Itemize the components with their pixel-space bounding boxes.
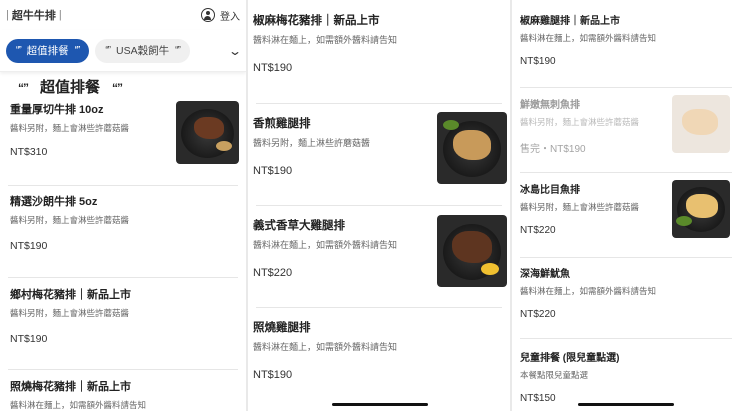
menu-item[interactable]: 照燒雞腿排 醬料淋在麵上，如需額外醬料請告知 NT$190 bbox=[248, 319, 510, 381]
menu-item[interactable]: 椒麻雞腿排｜新品上市 醬料淋在麵上，如需額外醬料請告知 NT$190 bbox=[512, 12, 740, 67]
menu-panel-middle: 椒麻梅花豬排｜新品上市 醬料淋在麵上，如需額外醬料請告知 NT$190 香煎雞腿… bbox=[248, 0, 510, 411]
divider bbox=[520, 338, 732, 339]
divider bbox=[520, 87, 732, 88]
user-icon bbox=[201, 8, 215, 22]
brand-name: 超牛牛排 bbox=[11, 10, 56, 22]
divider bbox=[256, 103, 502, 104]
garnish-shape bbox=[216, 141, 232, 151]
item-desc: 本餐點限兒童點選 bbox=[520, 370, 589, 380]
item-desc: 醬料淋在麵上，如需額外醬料請告知 bbox=[253, 35, 398, 45]
menu-item[interactable]: 鄉村梅花豬排｜新品上市 醬料另附，麵上會淋些許蘑菇醬 NT$190 bbox=[0, 286, 246, 345]
menu-item[interactable]: 照燒梅花豬排｜新品上市 醬料淋在麵上，如需額外醬料請告知 bbox=[0, 378, 246, 411]
chicken-plate-image[interactable] bbox=[437, 112, 507, 184]
tab-quote-close: “” bbox=[74, 45, 81, 56]
menu-panel-left: | 超牛牛排 | 登入 “” 超值排餐 “” “” USA穀飼牛 “” ⌄ “”… bbox=[0, 0, 246, 411]
item-desc: 醬料淋在麵上，如需額外醬料請告知 bbox=[10, 400, 147, 410]
steak-plate-image[interactable] bbox=[176, 101, 239, 164]
menu-item[interactable]: 椒麻梅花豬排｜新品上市 醬料淋在麵上，如需額外醬料請告知 NT$190 bbox=[248, 12, 510, 74]
brand[interactable]: | 超牛牛排 | bbox=[6, 7, 62, 23]
item-price: NT$190 bbox=[253, 62, 293, 74]
item-name: 兒童排餐 (限兒童點選) bbox=[520, 353, 620, 364]
fish-shape bbox=[682, 109, 718, 135]
item-desc: 醬料淋在麵上，如需額外醬料請告知 bbox=[253, 342, 398, 352]
divider bbox=[8, 277, 238, 278]
item-price: NT$220 bbox=[520, 309, 556, 320]
item-name: 椒麻梅花豬排｜新品上市 bbox=[253, 15, 380, 27]
garnish-shape bbox=[443, 120, 459, 130]
item-desc: 醬料另附，麵上會淋些許蘑菇醬 bbox=[10, 308, 130, 318]
section-quote-open: “” bbox=[18, 81, 29, 95]
meat-shape bbox=[194, 117, 224, 139]
item-price: NT$190 bbox=[253, 369, 293, 381]
item-price: NT$190 bbox=[10, 333, 48, 345]
chicken-shape bbox=[453, 130, 491, 160]
item-name: 精選沙朗牛排 5oz bbox=[10, 196, 98, 208]
menu-panel-right: 椒麻雞腿排｜新品上市 醬料淋在麵上，如需額外醬料請告知 NT$190 鮮嫩無刺魚… bbox=[512, 0, 740, 411]
login-button[interactable]: 登入 bbox=[201, 8, 240, 23]
brand-suffix: | bbox=[58, 9, 62, 21]
item-name: 深海鮮魷魚 bbox=[520, 269, 570, 280]
tab-label: 超值排餐 bbox=[26, 45, 69, 57]
item-desc: 醬料另附，麵上會淋些許蘑菇醬 bbox=[10, 215, 130, 225]
item-name: 鄉村梅花豬排｜新品上市 bbox=[10, 289, 131, 301]
item-name: 椒麻雞腿排｜新品上市 bbox=[520, 16, 620, 27]
item-name: 照燒梅花豬排｜新品上市 bbox=[10, 381, 131, 393]
divider bbox=[8, 369, 238, 370]
tab-value-set[interactable]: “” 超值排餐 “” bbox=[6, 38, 90, 63]
tab-quote-open: “” bbox=[16, 45, 22, 56]
section-title-text: 超值排餐 bbox=[40, 79, 101, 96]
item-price: NT$190 bbox=[10, 240, 48, 252]
menu-item[interactable]: 兒童排餐 (限兒童點選) 本餐點限兒童點選 NT$150 bbox=[512, 349, 740, 404]
fish-plate-image bbox=[672, 95, 730, 153]
tab-quote-open: “” bbox=[105, 45, 111, 56]
halibut-plate-image[interactable] bbox=[672, 180, 730, 238]
egg-shape bbox=[481, 263, 499, 275]
item-name: 照燒雞腿排 bbox=[253, 322, 311, 334]
home-indicator[interactable] bbox=[332, 403, 428, 406]
menu-item[interactable]: 精選沙朗牛排 5oz 醬料另附，麵上會淋些許蘑菇醬 NT$190 bbox=[0, 193, 246, 252]
top-bar: | 超牛牛排 | 登入 bbox=[0, 0, 246, 30]
login-label: 登入 bbox=[220, 11, 240, 23]
garnish-shape bbox=[676, 216, 692, 226]
chicken-shape bbox=[452, 231, 492, 263]
brand-prefix: | bbox=[6, 9, 9, 21]
item-price: NT$190 bbox=[520, 56, 556, 67]
fish-shape bbox=[686, 194, 718, 218]
divider bbox=[8, 185, 238, 186]
category-tabs: “” 超值排餐 “” “” USA穀飼牛 “” ⌄ bbox=[0, 30, 246, 72]
menu-item[interactable]: 深海鮮魷魚 醬料淋在麵上，如需額外醬料請告知 NT$220 bbox=[512, 265, 740, 320]
divider bbox=[256, 307, 502, 308]
item-desc: 醬料淋在麵上，如需額外醬料請告知 bbox=[520, 33, 657, 43]
section-quote-close: “” bbox=[112, 81, 123, 95]
chevron-down-icon[interactable]: ⌄ bbox=[228, 44, 242, 58]
tab-quote-close: “” bbox=[175, 45, 181, 56]
divider bbox=[520, 257, 732, 258]
tab-usa-grain-fed[interactable]: “” USA穀飼牛 “” bbox=[95, 38, 190, 63]
section-title: “” 超值排餐 “” bbox=[0, 72, 246, 97]
item-desc: 醬料淋在麵上，如需額外醬料請告知 bbox=[520, 286, 657, 296]
divider bbox=[256, 205, 502, 206]
home-indicator[interactable] bbox=[578, 403, 674, 406]
tab-label: USA穀飼牛 bbox=[116, 45, 170, 57]
herb-chicken-plate-image[interactable] bbox=[437, 215, 507, 287]
divider bbox=[520, 172, 732, 173]
